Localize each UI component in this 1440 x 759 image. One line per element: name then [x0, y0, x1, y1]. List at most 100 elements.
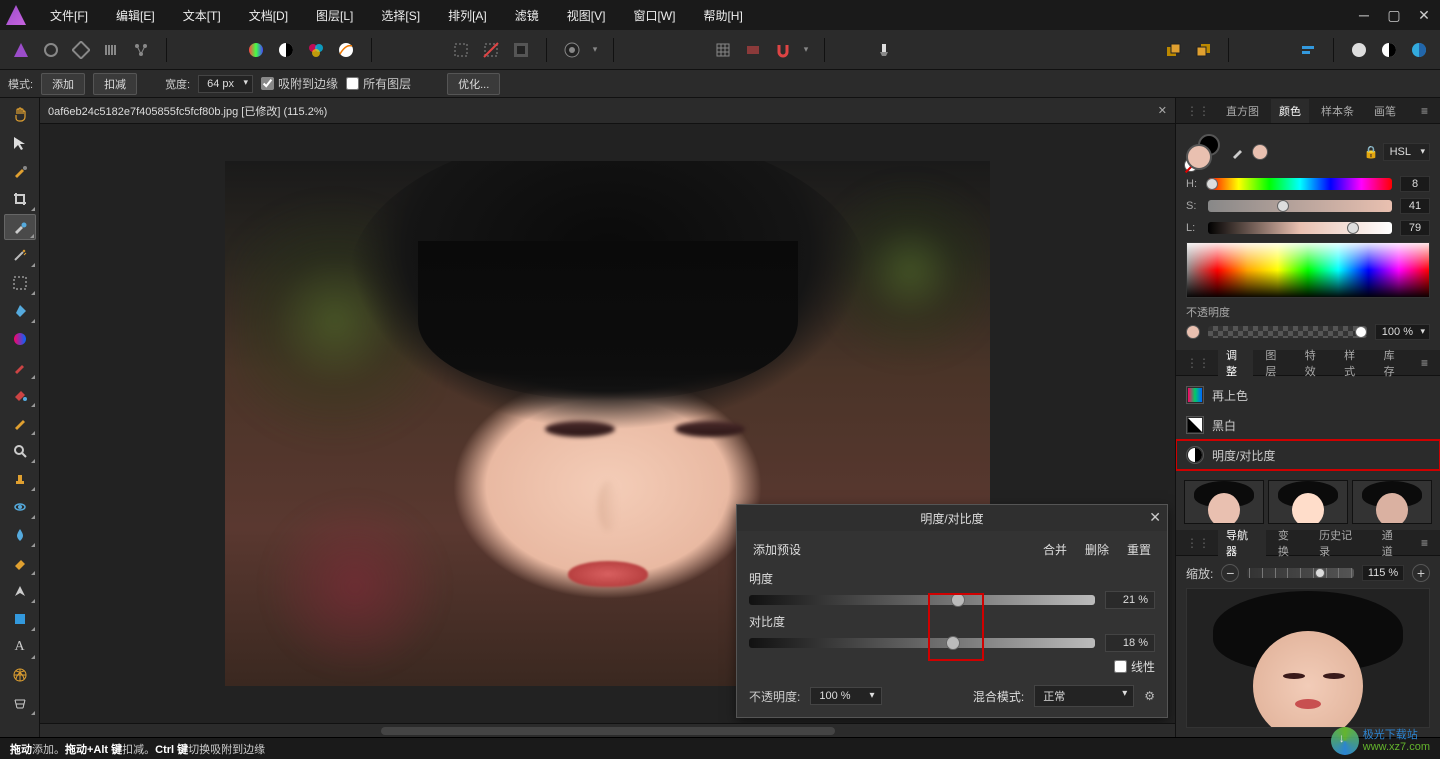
zoom-out-button[interactable]: −	[1221, 564, 1239, 582]
menu-arrange[interactable]: 排列[A]	[434, 1, 501, 30]
add-preset-button[interactable]: 添加预设	[749, 539, 805, 560]
align-icon[interactable]	[1295, 37, 1321, 63]
arrange-front-icon[interactable]	[1160, 37, 1186, 63]
grid-icon[interactable]	[710, 37, 736, 63]
crop-tool[interactable]	[4, 186, 36, 212]
brightness-contrast-dialog[interactable]: 明度/对比度 ✕ 添加预设 合并 删除 重置 明度	[736, 504, 1168, 718]
linear-checkbox[interactable]: 线性	[1114, 658, 1155, 675]
magnet-dropdown[interactable]: ▾	[800, 37, 812, 63]
menu-help[interactable]: 帮助[H]	[689, 1, 756, 30]
flood-select-tool[interactable]	[4, 298, 36, 324]
selection-brush-tool[interactable]	[4, 214, 36, 240]
close-window-button[interactable]: ✕	[1414, 5, 1434, 25]
navigator-preview[interactable]	[1186, 588, 1430, 728]
menu-document[interactable]: 文档[D]	[235, 1, 302, 30]
snap-edges-checkbox[interactable]: 吸附到边缘	[261, 75, 338, 92]
blend-mode-dropdown[interactable]: 正常	[1034, 685, 1134, 707]
pen-tool[interactable]	[4, 578, 36, 604]
brightness-value[interactable]: 21 %	[1105, 591, 1155, 609]
horizontal-scrollbar[interactable]	[40, 723, 1175, 737]
layer-channel-icon[interactable]	[1406, 37, 1432, 63]
quickmask-icon[interactable]	[559, 37, 585, 63]
stamp-tool[interactable]	[4, 466, 36, 492]
light-icon[interactable]	[871, 37, 897, 63]
adjust-panel-menu-icon[interactable]: ≡	[1415, 356, 1434, 370]
refine-button[interactable]: 优化...	[447, 73, 500, 95]
perspective-tool[interactable]	[4, 690, 36, 716]
marquee-invert-icon[interactable]	[508, 37, 534, 63]
marquee-deselect-icon[interactable]	[478, 37, 504, 63]
navigator-panel-menu-icon[interactable]: ≡	[1415, 536, 1434, 550]
fill-tool[interactable]	[4, 382, 36, 408]
menu-window[interactable]: 窗口[W]	[619, 1, 689, 30]
opacity-slider[interactable]	[1208, 326, 1367, 338]
persona-export-icon[interactable]	[128, 37, 154, 63]
adjustment-recolor[interactable]: 再上色	[1176, 380, 1440, 410]
zoom-in-button[interactable]: +	[1412, 564, 1430, 582]
lock-icon[interactable]: 🔒	[1364, 145, 1379, 159]
persona-tone-icon[interactable]	[98, 37, 124, 63]
delete-button[interactable]: 删除	[1081, 539, 1113, 560]
saturation-value[interactable]: 41	[1400, 198, 1430, 214]
shape-tool[interactable]	[4, 606, 36, 632]
tab-color[interactable]: 颜色	[1271, 99, 1309, 123]
color-swatch-pair[interactable]	[1186, 134, 1222, 170]
move-tool[interactable]	[4, 130, 36, 156]
preset-thumb[interactable]	[1184, 480, 1264, 524]
menu-layer[interactable]: 图层[L]	[302, 1, 367, 30]
blur-tool[interactable]	[4, 522, 36, 548]
width-dropdown[interactable]: 64 px	[198, 75, 253, 93]
document-close-button[interactable]: ✕	[1158, 104, 1167, 117]
hand-tool[interactable]	[4, 102, 36, 128]
menu-edit[interactable]: 编辑[E]	[102, 1, 169, 30]
adjustment-bw-icon[interactable]	[273, 37, 299, 63]
eyedropper-icon[interactable]	[1230, 144, 1246, 160]
persona-liquify-icon[interactable]	[38, 37, 64, 63]
arrange-back-icon[interactable]	[1190, 37, 1216, 63]
color-picker-tool[interactable]	[4, 158, 36, 184]
zoom-value[interactable]: 115 %	[1362, 565, 1404, 581]
menu-filter[interactable]: 滤镜	[501, 1, 553, 30]
heal-brush-tool[interactable]	[4, 494, 36, 520]
sample-color-icon[interactable]	[1252, 144, 1268, 160]
adjustment-vibrance-icon[interactable]	[303, 37, 329, 63]
mode-add-button[interactable]: 添加	[41, 73, 85, 95]
paint-brush-tool[interactable]	[4, 354, 36, 380]
lightness-value[interactable]: 79	[1400, 220, 1430, 236]
marquee-rect-icon[interactable]	[448, 37, 474, 63]
gradient-tool[interactable]	[4, 326, 36, 352]
color-mode-dropdown[interactable]: HSL	[1383, 143, 1430, 161]
layer-mask-icon[interactable]	[1376, 37, 1402, 63]
dialog-settings-icon[interactable]: ⚙	[1144, 689, 1155, 703]
maximize-button[interactable]: ▢	[1384, 5, 1404, 25]
menu-text[interactable]: 文本[T]	[169, 1, 235, 30]
color-spectrum[interactable]	[1186, 242, 1430, 298]
menu-view[interactable]: 视图[V]	[553, 1, 620, 30]
brush-tool[interactable]	[4, 410, 36, 436]
hue-value[interactable]: 8	[1400, 176, 1430, 192]
contrast-value[interactable]: 18 %	[1105, 634, 1155, 652]
eraser-tool[interactable]	[4, 550, 36, 576]
persona-photo-icon[interactable]	[8, 37, 34, 63]
color-panel-menu-icon[interactable]: ≡	[1415, 104, 1434, 118]
menu-file[interactable]: 文件[F]	[36, 1, 102, 30]
zoom-slider[interactable]	[1247, 568, 1354, 578]
snap-icon[interactable]	[740, 37, 766, 63]
preset-thumb[interactable]	[1352, 480, 1432, 524]
menu-select[interactable]: 选择[S]	[367, 1, 434, 30]
marquee-tool[interactable]	[4, 270, 36, 296]
lightness-slider[interactable]	[1208, 222, 1392, 234]
magic-wand-tool[interactable]	[4, 242, 36, 268]
minimize-button[interactable]: ─	[1354, 5, 1374, 25]
adjustment-brightness-contrast[interactable]: 明度/对比度	[1176, 440, 1440, 470]
dialog-opacity-dropdown[interactable]: 100 %	[810, 687, 881, 705]
dialog-close-button[interactable]: ✕	[1149, 509, 1161, 526]
all-layers-checkbox[interactable]: 所有图层	[346, 75, 411, 92]
text-tool[interactable]: A	[4, 634, 36, 660]
opacity-value[interactable]: 100 %	[1375, 324, 1430, 340]
adjustment-curves-icon[interactable]	[333, 37, 359, 63]
zoom-tool[interactable]	[4, 438, 36, 464]
tab-brushes[interactable]: 画笔	[1366, 99, 1404, 123]
mesh-tool[interactable]	[4, 662, 36, 688]
adjustment-hsl-icon[interactable]	[243, 37, 269, 63]
